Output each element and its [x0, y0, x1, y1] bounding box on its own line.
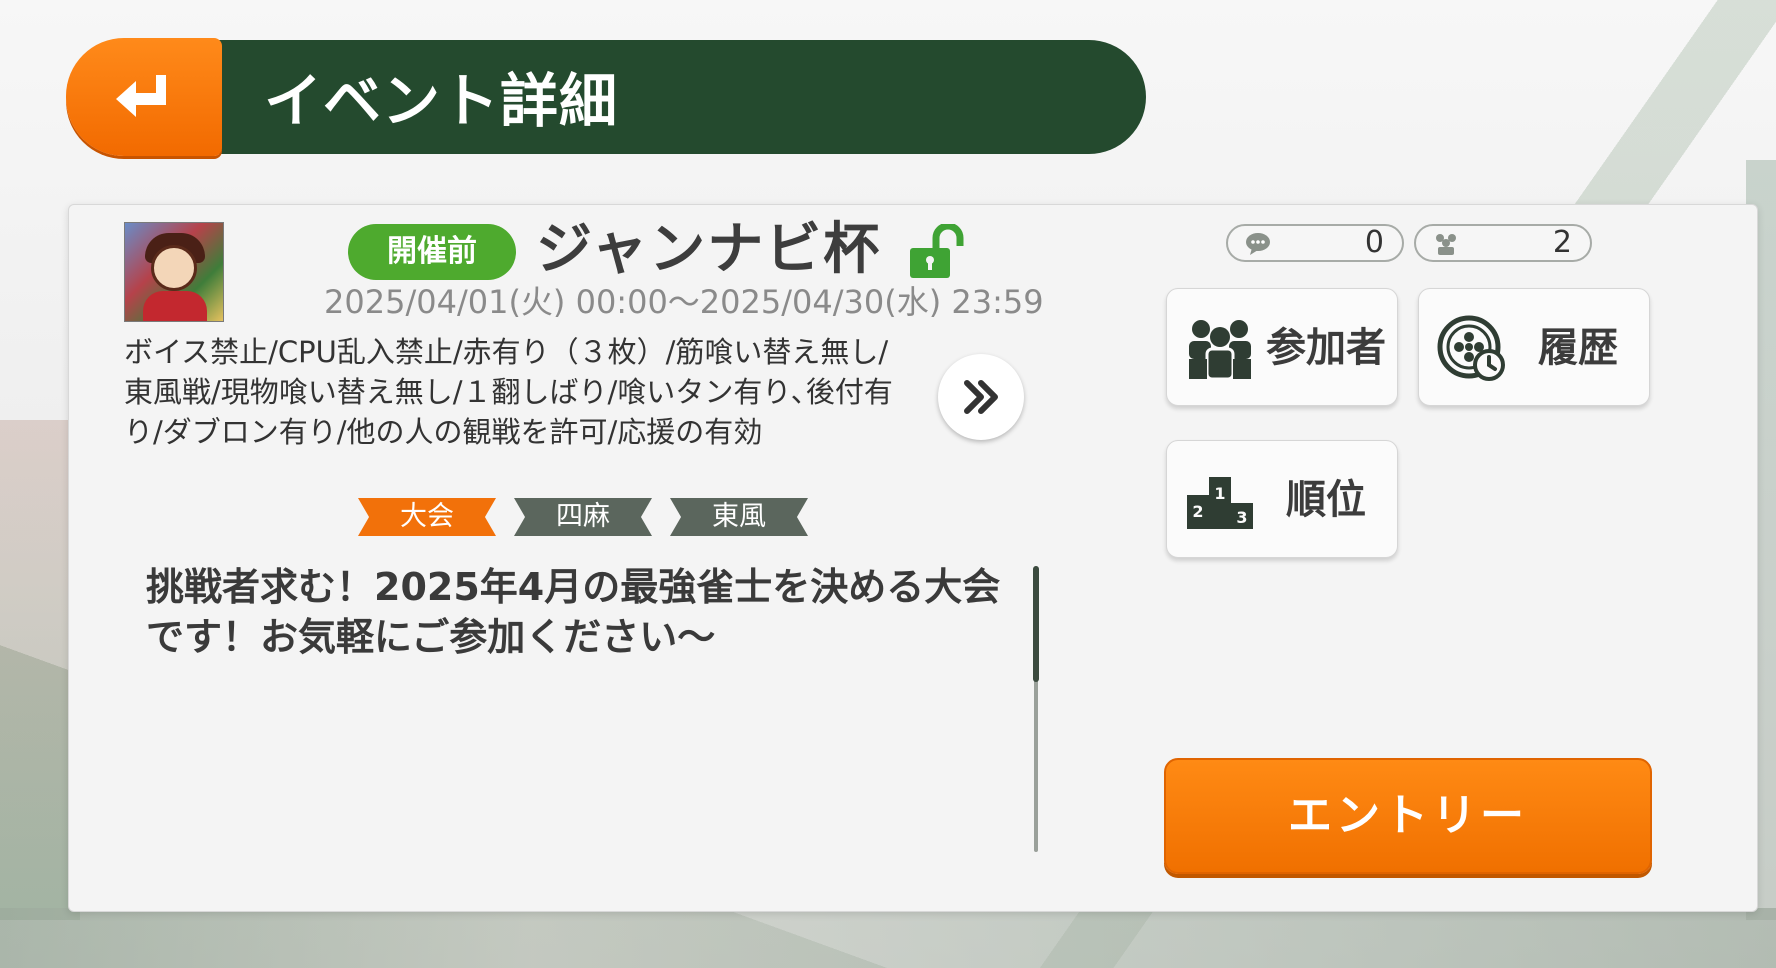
history-label: 履歴	[1538, 325, 1618, 371]
mahjong-tile-clock-icon	[1437, 315, 1505, 381]
comment-counter: 0	[1226, 224, 1404, 262]
svg-text:2: 2	[1192, 502, 1203, 521]
svg-text:1: 1	[1214, 484, 1225, 503]
participants-label: 参加者	[1266, 325, 1386, 371]
ranking-label: 順位	[1286, 477, 1366, 523]
unlocked-padlock-icon	[910, 224, 964, 278]
participant-count: 2	[1552, 225, 1572, 260]
organizer-avatar	[124, 222, 224, 322]
speech-bubble-icon	[1246, 233, 1270, 255]
rules-detail-button[interactable]	[938, 354, 1024, 440]
tag-four-player: 四麻	[514, 498, 652, 536]
background-bottom-edge	[0, 908, 1776, 968]
history-button[interactable]: 履歴	[1418, 288, 1650, 406]
event-period: 2025/04/01(火) 00:00〜2025/04/30(水) 23:59	[324, 283, 1044, 321]
comment-count: 0	[1364, 225, 1384, 260]
participants-button[interactable]: 参加者	[1166, 288, 1398, 406]
description-scroll-thumb[interactable]	[1033, 566, 1039, 682]
svg-text:3: 3	[1236, 508, 1247, 527]
people-icon	[1436, 234, 1456, 255]
event-name: ジャンナビ杯	[536, 217, 882, 282]
description-area[interactable]: 挑戦者求む！2025年4月の最強雀士を決める大会です！お気軽にご参加ください〜	[124, 562, 1024, 852]
people-icon	[1189, 320, 1251, 381]
event-description: 挑戦者求む！2025年4月の最強雀士を決める大会です！お気軽にご参加ください〜	[146, 565, 1001, 659]
tag-tournament: 大会	[358, 498, 496, 536]
return-arrow-icon	[116, 75, 166, 117]
ranking-button[interactable]: 1 2 3 順位	[1166, 440, 1398, 558]
tag-east-round: 東風	[670, 498, 808, 536]
back-button[interactable]	[66, 38, 222, 156]
event-rules: ボイス禁止/CPU乱入禁止/赤有り（３枚）/筋喰い替え無し/東風戦/現物喰い替え…	[124, 335, 893, 449]
status-badge: 開催前	[348, 224, 516, 280]
participant-counter: 2	[1414, 224, 1592, 262]
double-chevron-right-icon	[964, 380, 998, 414]
page-title: イベント詳細	[264, 67, 619, 135]
entry-button[interactable]: エントリー	[1164, 758, 1652, 874]
podium-icon: 1 2 3	[1187, 477, 1253, 529]
